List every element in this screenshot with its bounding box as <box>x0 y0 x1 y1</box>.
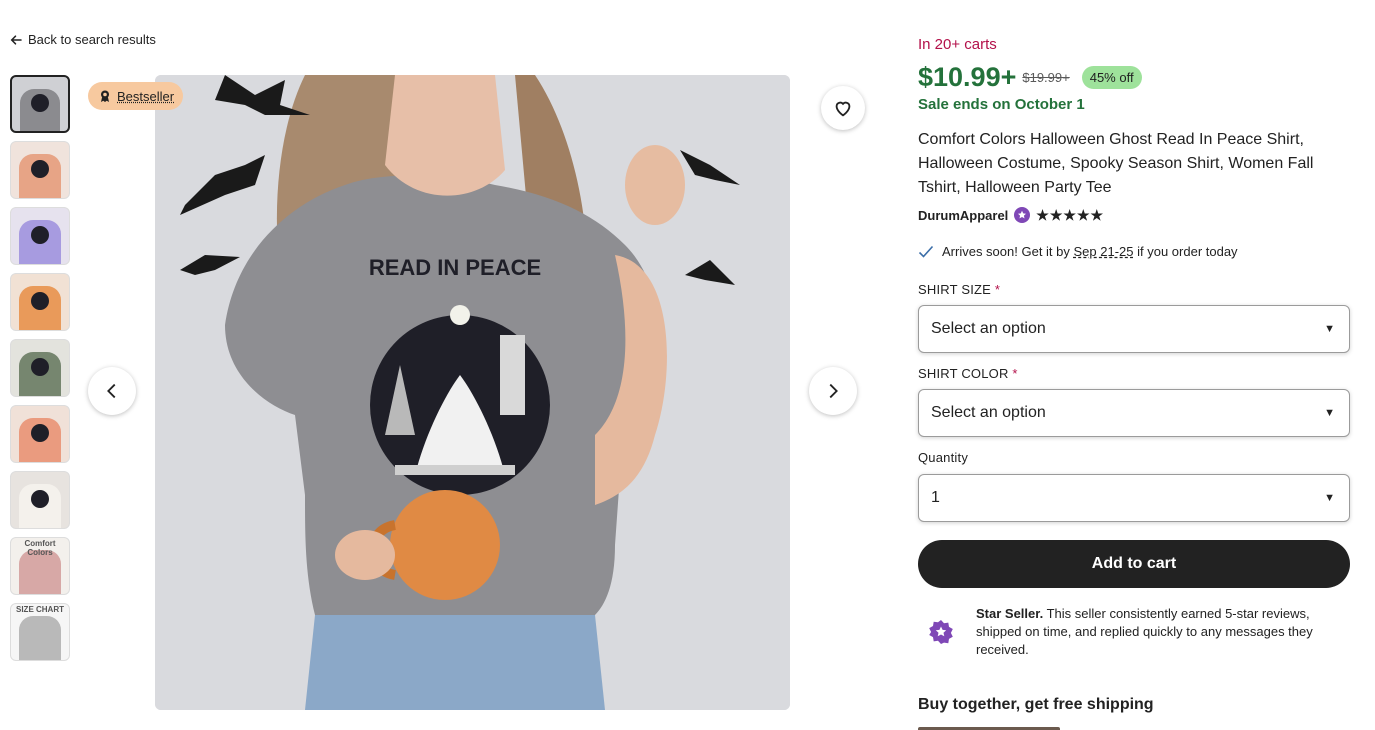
thumbnail-graphic <box>31 357 49 376</box>
star-seller-icon <box>929 620 953 644</box>
next-image-button[interactable] <box>809 367 857 415</box>
shop-row: DurumApparel ★ ★ ★ ★ ★ <box>918 207 1103 223</box>
star-seller-small-icon <box>1014 207 1031 223</box>
thumbnail-1[interactable] <box>10 75 70 133</box>
thumbnail-list: Comfort Colors SIZE CHART <box>10 75 71 669</box>
thumbnail-6[interactable] <box>10 405 70 463</box>
star-seller-info: Star Seller. This seller consistently ea… <box>918 605 1356 659</box>
shirt-size-label-text: SHIRT SIZE <box>918 282 992 297</box>
arrives-suffix: if you order today <box>1133 244 1238 259</box>
prev-image-button[interactable] <box>88 367 136 415</box>
star-icon: ★ <box>1090 207 1104 223</box>
arrives-prefix: Arrives soon! Get it by <box>942 244 1074 259</box>
price-row: $10.99+ $19.99+ 45% off <box>918 62 1142 93</box>
thumbnail-shirt <box>19 616 61 660</box>
current-price: $10.99+ <box>918 62 1017 92</box>
thumbnail-7[interactable] <box>10 471 70 529</box>
shirt-color-select[interactable]: Select an option ▼ <box>918 389 1350 437</box>
thumbnail-graphic <box>31 93 49 112</box>
thumbnail-4[interactable] <box>10 273 70 331</box>
thumbnail-2[interactable] <box>10 141 70 199</box>
arrives-dates[interactable]: Sep 21-25 <box>1074 244 1134 259</box>
original-price: $19.99+ <box>1022 70 1070 85</box>
quantity-select[interactable]: 1 ▼ <box>918 474 1350 522</box>
required-mark: * <box>994 282 1001 297</box>
favorite-button[interactable] <box>821 86 865 130</box>
delivery-estimate: Arrives soon! Get it by Sep 21-25 if you… <box>918 244 1238 259</box>
back-link-label: Back to search results <box>28 32 156 47</box>
chevron-left-icon <box>107 383 116 399</box>
star-icon: ★ <box>1076 207 1090 223</box>
quantity-label: Quantity <box>918 450 969 465</box>
chevron-right-icon <box>829 383 838 399</box>
star-icon: ★ <box>1036 207 1049 223</box>
thumbnail-graphic <box>31 489 49 508</box>
quantity-value: 1 <box>931 489 940 506</box>
star-icon: ★ <box>1049 207 1063 223</box>
listing-title: Comfort Colors Halloween Ghost Read In P… <box>918 131 1314 196</box>
thumbnail-9[interactable]: SIZE CHART <box>10 603 70 661</box>
caret-down-icon: ▼ <box>1324 492 1335 504</box>
caret-down-icon: ▼ <box>1324 407 1335 419</box>
shirt-color-label: SHIRT COLOR * <box>918 366 1018 381</box>
required-mark: * <box>1012 366 1018 381</box>
rating-stars[interactable]: ★ ★ ★ ★ ★ <box>1036 208 1103 222</box>
thumbnail-caption: Comfort Colors <box>24 539 56 557</box>
in-carts-notice: In 20+ carts <box>918 36 997 53</box>
check-icon <box>918 245 934 258</box>
thumbnail-3[interactable] <box>10 207 70 265</box>
thumbnail-graphic <box>31 225 49 244</box>
sale-ends-text: Sale ends on October 1 <box>918 96 1085 113</box>
thumbnail-caption: SIZE CHART <box>16 605 64 614</box>
shirt-color-value: Select an option <box>931 404 1046 421</box>
buy-together-heading: Buy together, get free shipping <box>918 696 1154 713</box>
thumbnail-5[interactable] <box>10 339 70 397</box>
caret-down-icon: ▼ <box>1324 323 1335 335</box>
discount-badge: 45% off <box>1081 66 1142 89</box>
shop-name-link[interactable]: DurumApparel <box>918 208 1008 223</box>
back-to-search-link[interactable]: Back to search results <box>10 32 156 47</box>
bestseller-badge[interactable]: Bestseller <box>88 82 184 110</box>
shirt-size-value: Select an option <box>931 320 1046 337</box>
heart-icon <box>835 101 851 117</box>
main-product-image[interactable]: READ IN PEACE <box>155 75 790 710</box>
star-seller-title: Star Seller. <box>976 606 1044 621</box>
shirt-color-label-text: SHIRT COLOR <box>918 366 1009 381</box>
thumbnail-graphic <box>31 159 49 178</box>
thumbnail-graphic <box>31 291 49 310</box>
thumbnail-8[interactable]: Comfort Colors <box>10 537 70 595</box>
add-to-cart-button[interactable]: Add to cart <box>918 540 1350 588</box>
shirt-size-label: SHIRT SIZE * <box>918 282 1000 297</box>
star-icon: ★ <box>1063 207 1076 223</box>
bestseller-label: Bestseller <box>117 88 175 104</box>
arrow-left-icon <box>10 34 22 45</box>
thumbnail-graphic <box>31 423 49 442</box>
award-icon <box>101 90 109 102</box>
shirt-size-select[interactable]: Select an option ▼ <box>918 305 1350 353</box>
shirt-print-text: READ IN PEACE <box>369 255 541 280</box>
